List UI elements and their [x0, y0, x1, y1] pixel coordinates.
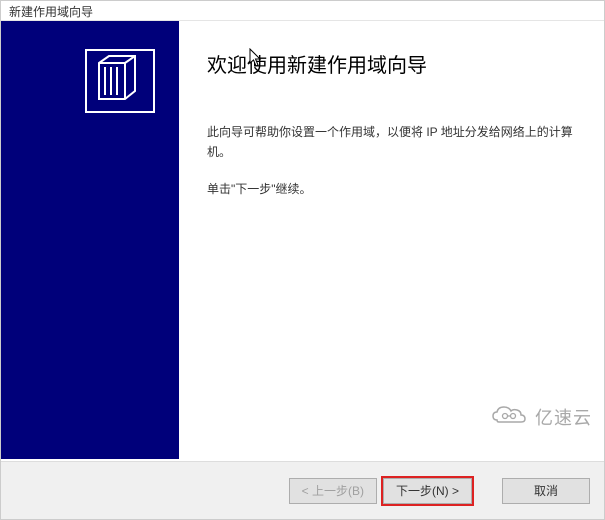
main-panel: 欢迎使用新建作用域向导 此向导可帮助你设置一个作用域，以便将 IP 地址分发给网…: [179, 21, 604, 459]
button-bar: < 上一步(B) 下一步(N) > 取消: [1, 461, 604, 519]
cursor-icon: [249, 48, 263, 74]
back-button[interactable]: < 上一步(B): [289, 478, 377, 504]
description-2: 单击"下一步"继续。: [207, 179, 576, 199]
watermark-text: 亿速云: [535, 404, 592, 430]
title-bar: 新建作用域向导: [1, 1, 604, 21]
description-1: 此向导可帮助你设置一个作用域，以便将 IP 地址分发给网络上的计算机。: [207, 122, 576, 163]
wizard-window: 新建作用域向导 欢迎使用新建作用域向导: [0, 0, 605, 520]
cancel-button[interactable]: 取消: [502, 478, 590, 504]
watermark: 亿速云: [489, 402, 592, 431]
wizard-sidebar: [1, 21, 179, 459]
page-title: 欢迎使用新建作用域向导: [207, 49, 576, 78]
window-title: 新建作用域向导: [9, 5, 93, 19]
content-area: 欢迎使用新建作用域向导 此向导可帮助你设置一个作用域，以便将 IP 地址分发给网…: [1, 21, 604, 459]
page-title-text: 欢迎使用新建作用域向导: [207, 55, 427, 77]
watermark-icon: [489, 402, 529, 431]
next-button[interactable]: 下一步(N) >: [383, 478, 472, 504]
folder-icon: [85, 49, 155, 118]
